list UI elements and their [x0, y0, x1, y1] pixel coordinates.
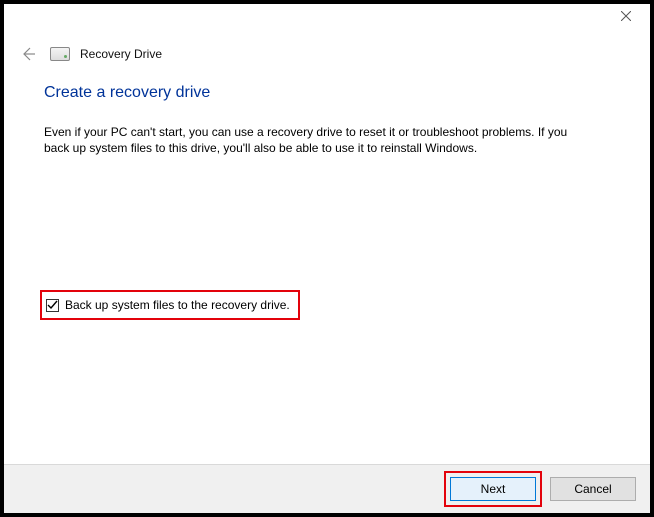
title-bar — [4, 4, 650, 34]
page-description: Even if your PC can't start, you can use… — [44, 124, 584, 156]
main-content: Create a recovery drive Even if your PC … — [44, 84, 620, 156]
header-nav: Recovery Drive — [18, 42, 636, 66]
back-arrow-icon — [20, 46, 36, 62]
backup-checkbox-row: Back up system files to the recovery dri… — [40, 290, 300, 320]
next-button-highlight: Next — [444, 471, 542, 507]
backup-checkbox-label: Back up system files to the recovery dri… — [65, 298, 290, 312]
cancel-button[interactable]: Cancel — [550, 477, 636, 501]
recovery-drive-icon — [50, 47, 70, 61]
window-title: Recovery Drive — [80, 47, 162, 61]
wizard-window: Recovery Drive Create a recovery drive E… — [0, 0, 654, 517]
close-button[interactable] — [603, 4, 648, 28]
close-icon — [621, 11, 631, 21]
checkmark-icon — [47, 300, 58, 311]
footer-bar: Next Cancel — [4, 464, 650, 513]
next-button[interactable]: Next — [450, 477, 536, 501]
page-heading: Create a recovery drive — [44, 84, 620, 102]
back-button[interactable] — [18, 44, 38, 64]
backup-checkbox[interactable] — [46, 299, 59, 312]
